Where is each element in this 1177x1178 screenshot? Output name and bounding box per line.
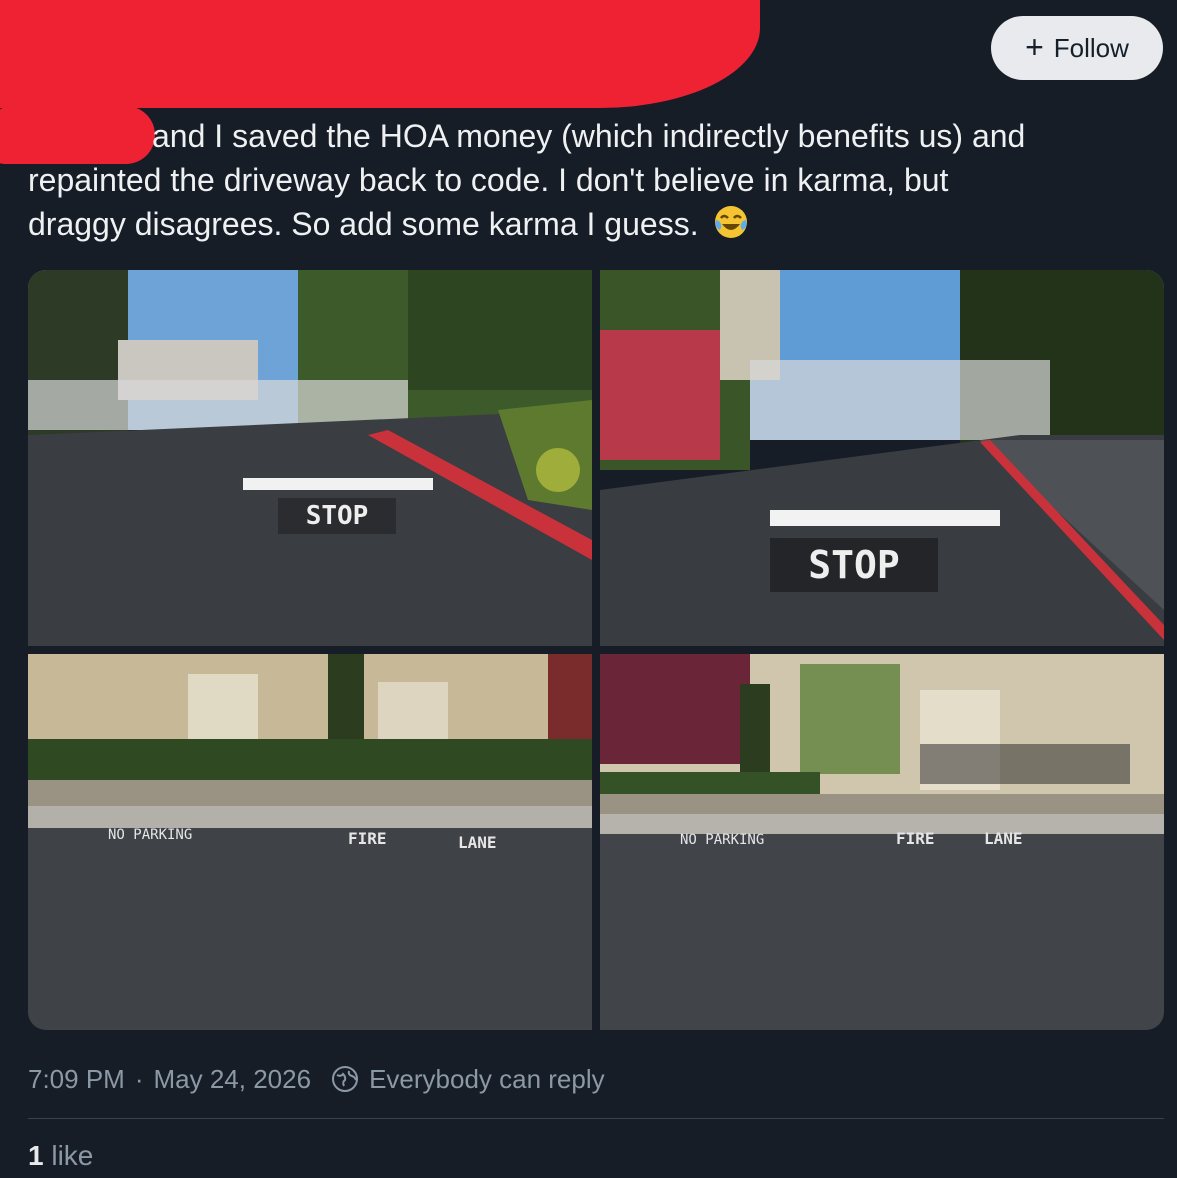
globe-icon: [331, 1065, 359, 1093]
follow-button[interactable]: + Follow: [991, 16, 1163, 80]
post-date[interactable]: May 24, 2026: [154, 1064, 312, 1095]
plus-icon: +: [1025, 28, 1044, 65]
like-count: 1: [28, 1140, 44, 1171]
reply-setting: Everybody can reply: [369, 1063, 605, 1094]
post-image-4[interactable]: NO PARKING FIRE LANE: [600, 654, 1164, 1030]
road-marking-mid: FIRE: [896, 829, 935, 848]
post-text-line: and I saved the HOA money (which indirec…: [152, 118, 1026, 154]
post-text-line: draggy disagrees. So add some karma I gu…: [28, 206, 699, 242]
road-marking-right: LANE: [984, 829, 1023, 848]
post-image-3[interactable]: NO PARKING FIRE LANE: [28, 654, 592, 1030]
divider: [28, 1118, 1164, 1119]
road-marking-mid: FIRE: [348, 829, 387, 848]
post-text: and I saved the HOA money (which indirec…: [28, 114, 1158, 251]
road-marking-text: STOP: [808, 543, 900, 587]
road-marking-left: NO PARKING: [108, 827, 192, 843]
road-marking-right: LANE: [458, 833, 497, 852]
laughing-emoji-icon: [713, 204, 749, 251]
meta-separator: ·: [134, 1063, 144, 1094]
like-label: like: [51, 1140, 94, 1171]
post-meta: 7:09 PM · May 24, 2026 Everybody can rep…: [28, 1060, 605, 1098]
post-image-2[interactable]: STOP: [600, 270, 1164, 646]
redaction-mark: [0, 0, 760, 108]
image-grid: STOP STOP NO PARKING FIRE LANE NO PARKIN…: [28, 270, 1164, 1030]
road-marking-left: NO PARKING: [680, 832, 764, 848]
like-stats[interactable]: 1 like: [28, 1140, 93, 1172]
post-text-line: repainted the driveway back to code. I d…: [28, 162, 949, 198]
post-time[interactable]: 7:09 PM: [28, 1064, 125, 1095]
road-marking-text: STOP: [306, 501, 369, 531]
post-image-1[interactable]: STOP: [28, 270, 592, 646]
follow-label: Follow: [1053, 32, 1129, 63]
